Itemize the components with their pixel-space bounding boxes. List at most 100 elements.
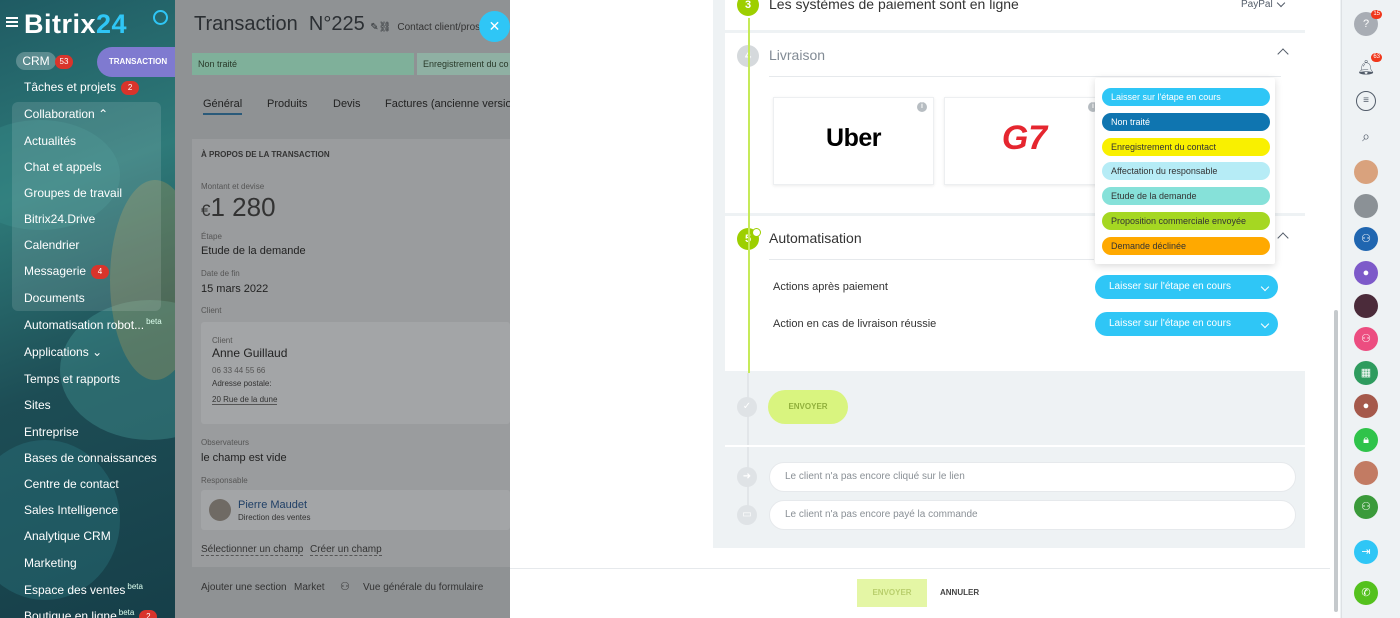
- sidebar-item-marketing[interactable]: Marketing: [24, 556, 77, 570]
- notification-badge: 63: [1371, 53, 1382, 62]
- help-icon[interactable]: ? 15: [1354, 10, 1382, 36]
- phone-icon[interactable]: ✆: [1354, 581, 1378, 605]
- tab-general[interactable]: Général: [203, 98, 243, 115]
- search-icon[interactable]: ⌕: [1354, 124, 1378, 148]
- add-section-link[interactable]: Ajouter une section: [201, 582, 287, 593]
- group-icon[interactable]: ⚇: [1354, 227, 1378, 251]
- create-field-link[interactable]: Créer un champ: [310, 544, 382, 556]
- select-field-link[interactable]: Sélectionner un champ: [201, 544, 304, 556]
- divider: [725, 445, 1305, 447]
- link-icon[interactable]: ⛓: [379, 22, 392, 33]
- app-logo[interactable]: Bitrix24: [24, 9, 127, 40]
- avatar[interactable]: [1354, 194, 1378, 218]
- sidebar-item-drive[interactable]: Bitrix24.Drive: [24, 212, 95, 226]
- user-icon[interactable]: ●: [1354, 394, 1378, 418]
- check-icon: [752, 228, 761, 237]
- uber-logo: Uber: [826, 124, 881, 152]
- observers-value[interactable]: le champ est vide: [201, 452, 287, 464]
- avatar[interactable]: [1354, 294, 1378, 318]
- responsible-label: Responsable: [201, 476, 248, 485]
- sidebar-item-automation[interactable]: Automatisation robot... beta: [24, 317, 162, 332]
- client-address-label: Adresse postale:: [212, 379, 272, 388]
- dropdown-option[interactable]: Affectation du responsable: [1102, 162, 1270, 181]
- sidebar-item-workgroups[interactable]: Groupes de travail: [24, 186, 122, 200]
- clock-icon[interactable]: [153, 10, 168, 25]
- dropdown-option[interactable]: Proposition commerciale envoyée: [1102, 212, 1270, 230]
- lock-icon[interactable]: 🔒︎: [1354, 428, 1378, 452]
- client-name[interactable]: Anne Guillaud: [212, 346, 287, 360]
- sidebar-item-company[interactable]: Entreprise: [24, 425, 79, 439]
- divider: [769, 259, 1094, 260]
- deal-title: Transaction N°225 ✎⛓ Contact client/prosp…: [194, 13, 497, 35]
- after-payment-select[interactable]: Laisser sur l'étape en cours: [1095, 275, 1278, 299]
- tab-invoices[interactable]: Factures (ancienne version: [385, 98, 510, 110]
- group-icon[interactable]: ⚇: [1354, 327, 1378, 351]
- client-address[interactable]: 20 Rue de la dune: [212, 395, 278, 405]
- dropdown-option[interactable]: Enregistrement du contact: [1102, 137, 1270, 156]
- footer-cancel-button[interactable]: ANNULER: [940, 579, 979, 607]
- bell-icon[interactable]: 🔔︎ 63: [1354, 53, 1382, 79]
- menu-icon[interactable]: [6, 17, 18, 27]
- transaction-tab[interactable]: TRANSACTION: [97, 47, 179, 77]
- sidebar-item-applications[interactable]: Applications ⌄: [24, 345, 102, 359]
- end-date-label: Date de fin: [201, 269, 240, 278]
- close-panel-button[interactable]: ✕: [479, 11, 510, 42]
- chevron-up-icon: ⌃: [98, 107, 109, 121]
- after-payment-label: Actions après paiement: [773, 281, 888, 293]
- market-link[interactable]: Market: [294, 582, 325, 593]
- sidebar-item-analytics[interactable]: Analytique CRM: [24, 529, 111, 543]
- sidebar-item-documents[interactable]: Documents: [24, 291, 85, 305]
- stage-value[interactable]: Etude de la demande: [201, 245, 306, 257]
- shop-badge: 2: [139, 609, 158, 618]
- group-icon[interactable]: ⚇: [1354, 495, 1378, 519]
- sidebar-item-tasks[interactable]: Tâches et projets 2: [24, 80, 140, 95]
- sidebar-item-collaboration[interactable]: Collaboration ⌃: [24, 107, 108, 121]
- stage-contact[interactable]: Enregistrement du co: [417, 53, 510, 75]
- footer-send-button[interactable]: ENVOYER: [857, 579, 927, 607]
- end-date-value[interactable]: 15 mars 2022: [201, 283, 268, 295]
- sidebar-item-contact-center[interactable]: Centre de contact: [24, 477, 119, 491]
- user-icon[interactable]: ●: [1354, 261, 1378, 285]
- sidebar-item-sales-intelligence[interactable]: Sales Intelligence: [24, 503, 118, 517]
- sidebar-item-mail[interactable]: Messagerie 4: [24, 264, 110, 279]
- check-circle-icon: ✓: [737, 397, 757, 417]
- dropdown-option[interactable]: Non traité: [1102, 112, 1270, 131]
- g7-logo: G7: [1001, 119, 1048, 157]
- avatar[interactable]: [1354, 160, 1378, 184]
- tab-quotes[interactable]: Devis: [333, 98, 361, 110]
- avatar[interactable]: [1354, 461, 1378, 485]
- sidebar-item-sales-space[interactable]: Espace des ventes beta: [24, 582, 143, 597]
- responsible-role: Direction des ventes: [238, 513, 311, 522]
- sidebar-item-time-reports[interactable]: Temps et rapports: [24, 372, 120, 386]
- crm-menu-item[interactable]: CRM: [16, 52, 56, 70]
- responsible-name[interactable]: Pierre Maudet: [238, 499, 307, 511]
- edit-icon[interactable]: ✎: [370, 22, 378, 33]
- payment-systems-title: Les systèmes de paiement sont en ligne: [769, 0, 1019, 12]
- delivery-success-select[interactable]: Laisser sur l'étape en cours: [1095, 312, 1278, 336]
- tasks-badge: 2: [121, 80, 140, 95]
- client-label: Client: [201, 306, 222, 315]
- transfer-icon[interactable]: ⇥: [1354, 540, 1378, 564]
- sidebar-item-shop[interactable]: Boutique en ligne beta 2: [24, 608, 158, 618]
- section-title: À PROPOS DE LA TRANSACTION: [201, 150, 330, 159]
- payment-system-select[interactable]: PayPal: [1241, 0, 1273, 10]
- sidebar-item-knowledge[interactable]: Bases de connaissances: [24, 451, 157, 465]
- amount-value[interactable]: €1 280: [201, 192, 276, 223]
- sidebar-item-news[interactable]: Actualités: [24, 134, 76, 148]
- stage-new[interactable]: Non traité: [192, 53, 414, 75]
- client-sublabel: Client: [212, 336, 233, 345]
- dropdown-option[interactable]: Laisser sur l'étape en cours: [1102, 88, 1270, 106]
- dropdown-option[interactable]: Demande déclinée: [1102, 236, 1270, 255]
- client-phone[interactable]: 06 33 44 55 66: [212, 366, 265, 375]
- chat-icon[interactable]: ≡: [1356, 91, 1376, 111]
- info-icon[interactable]: i: [917, 102, 927, 112]
- sidebar-item-chat[interactable]: Chat et appels: [24, 160, 101, 174]
- calendar-icon[interactable]: ▦: [1354, 361, 1378, 385]
- send-button[interactable]: ENVOYER: [768, 390, 848, 424]
- tab-products[interactable]: Produits: [267, 98, 307, 110]
- form-overview-link[interactable]: Vue générale du formulaire: [363, 582, 483, 593]
- sidebar-item-sites[interactable]: Sites: [24, 398, 51, 412]
- dropdown-option[interactable]: Etude de la demande: [1102, 187, 1270, 206]
- scrollbar[interactable]: [1334, 310, 1338, 612]
- sidebar-item-calendar[interactable]: Calendrier: [24, 238, 79, 252]
